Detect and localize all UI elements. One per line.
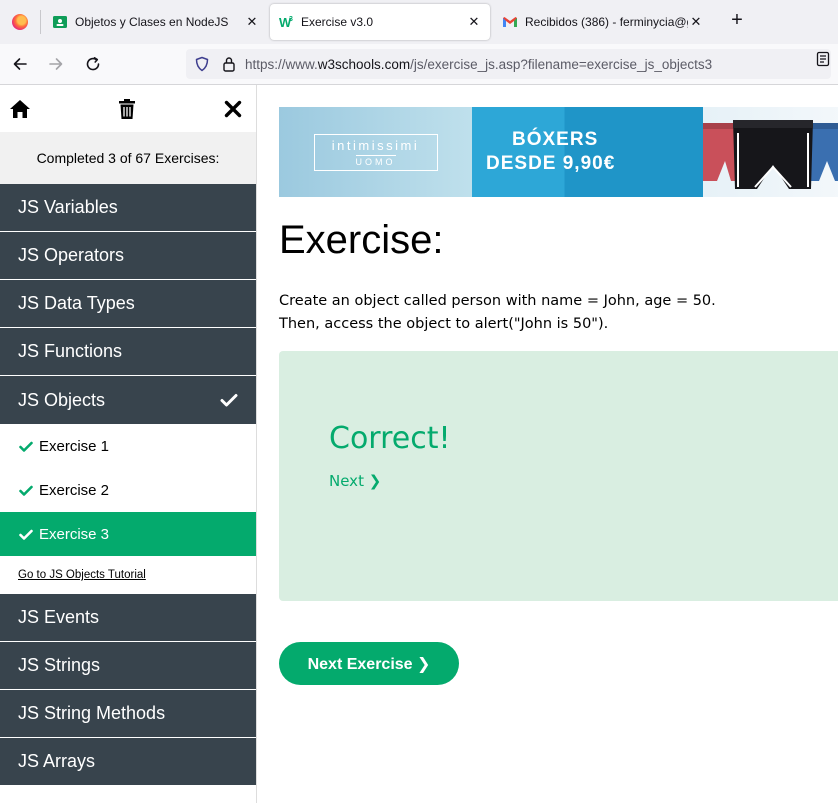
ad-brand: intimissimi [331, 137, 420, 153]
boxer-briefs-image [703, 120, 838, 189]
gmail-icon [502, 14, 518, 30]
url-domain: w3schools.com [317, 56, 411, 72]
url-text: https://www.w3schools.com/js/exercise_js… [245, 57, 712, 72]
address-bar[interactable]: https://www.w3schools.com/js/exercise_js… [186, 49, 831, 79]
go-to-tutorial-link[interactable]: Go to JS Objects Tutorial [18, 569, 146, 581]
browser-nav-bar: https://www.w3schools.com/js/exercise_js… [0, 44, 838, 85]
menu-item-js-strings[interactable]: JS Strings [0, 642, 256, 690]
ad-brand-panel: intimissimi UOMO [279, 107, 472, 197]
url-prefix: https://www. [245, 56, 318, 72]
tab-exercise[interactable]: W3 Exercise v3.0 ✕ [270, 4, 490, 40]
completed-counter: Completed 3 of 67 Exercises: [0, 132, 256, 184]
menu-item-js-functions[interactable]: JS Functions [0, 328, 256, 376]
checkmark-icon [19, 529, 33, 540]
advertisement-banner[interactable]: intimissimi UOMO BÓXERS DESDE 9,90€ [279, 107, 838, 197]
menu-item-js-operators[interactable]: JS Operators [0, 232, 256, 280]
sidebar-toolbar [0, 85, 256, 132]
menu-item-label: JS Objects [18, 389, 106, 410]
description-line-2: Then, access the object to alert("John i… [279, 316, 609, 332]
reload-icon [86, 57, 100, 71]
tab-separator [40, 10, 41, 34]
next-exercise-button[interactable]: Next Exercise ❯ [279, 642, 459, 685]
firefox-icon [12, 14, 28, 30]
url-path: /js/exercise_js.asp?filename=exercise_js… [410, 56, 713, 72]
sub-item-exercise-2[interactable]: Exercise 2 [0, 468, 256, 512]
menu-item-js-data-types[interactable]: JS Data Types [0, 280, 256, 328]
sub-item-label: Exercise 3 [39, 525, 110, 543]
tutorial-link-row: Go to JS Objects Tutorial [0, 556, 256, 594]
exercise-description: Create an object called person with name… [279, 290, 716, 336]
checkmark-icon [19, 441, 33, 452]
ad-line-1: BÓXERS [512, 129, 599, 150]
reader-view-icon[interactable] [816, 51, 830, 67]
ad-brand-logo: intimissimi UOMO [313, 133, 438, 171]
tab-title: Exercise v3.0 [301, 15, 374, 29]
ad-line-2: DESDE 9,90€ [486, 153, 616, 174]
close-icon[interactable] [221, 97, 245, 121]
sub-item-label: Exercise 2 [39, 481, 110, 499]
menu-item-label: JS Operators [18, 245, 125, 265]
menu-item-js-objects[interactable]: JS Objects [0, 376, 256, 424]
arrow-right-icon [49, 58, 63, 70]
firefox-menu-button[interactable] [0, 0, 40, 44]
page-title: Exercise: [279, 218, 444, 262]
sub-item-exercise-3[interactable]: Exercise 3 [0, 512, 256, 556]
tracking-protection-shield-icon[interactable] [194, 56, 210, 72]
ad-brand-sub: UOMO [355, 154, 396, 167]
tab-close-icon[interactable]: ✕ [688, 14, 704, 30]
menu-item-js-string-methods[interactable]: JS String Methods [0, 690, 256, 738]
sub-item-label: Exercise 1 [39, 437, 110, 455]
menu-item-label: JS Arrays [18, 751, 96, 771]
main-content: intimissimi UOMO BÓXERS DESDE 9,90€ Exer… [257, 85, 838, 803]
tab-title: Objetos y Clases en NodeJS [75, 15, 229, 29]
menu-item-label: JS Variables [18, 197, 118, 217]
checkmark-icon [220, 394, 238, 407]
tab-title: Recibidos (386) - ferminycia@g [525, 15, 688, 29]
tab-close-icon[interactable]: ✕ [466, 14, 482, 30]
w3schools-icon: W3 [278, 14, 294, 30]
menu-item-label: JS Data Types [18, 293, 135, 313]
svg-text:3: 3 [289, 16, 293, 23]
sub-item-exercise-1[interactable]: Exercise 1 [0, 424, 256, 468]
back-button[interactable] [9, 53, 31, 75]
tab-close-icon[interactable]: ✕ [244, 14, 260, 30]
arrow-left-icon [13, 58, 27, 70]
menu-item-js-arrays[interactable]: JS Arrays [0, 738, 256, 786]
menu-item-label: JS Functions [18, 341, 123, 361]
checkmark-icon [19, 485, 33, 496]
menu-item-js-events[interactable]: JS Events [0, 594, 256, 642]
tab-objetos-clases[interactable]: Objetos y Clases en NodeJS ✕ [44, 4, 268, 40]
ad-product-image [703, 107, 838, 197]
forward-button[interactable] [45, 53, 67, 75]
ad-headline: BÓXERS DESDE 9,90€ [472, 107, 703, 197]
menu-item-label: JS String Methods [18, 703, 166, 723]
result-panel: Correct! Next ❯ [279, 351, 838, 601]
browser-tab-bar: Objetos y Clases en NodeJS ✕ W3 Exercise… [0, 0, 838, 44]
correct-message: Correct! [329, 421, 451, 456]
google-classroom-icon [52, 14, 68, 30]
new-tab-button[interactable]: + [726, 10, 748, 32]
lock-icon[interactable] [222, 56, 236, 72]
next-link[interactable]: Next ❯ [329, 472, 381, 490]
trash-icon[interactable] [115, 97, 139, 121]
menu-item-label: JS Events [18, 607, 100, 627]
menu-item-js-variables[interactable]: JS Variables [0, 184, 256, 232]
home-icon[interactable] [8, 97, 32, 121]
tab-gmail[interactable]: Recibidos (386) - ferminycia@g ✕ [494, 4, 712, 40]
description-line-1: Create an object called person with name… [279, 293, 716, 309]
reload-button[interactable] [82, 53, 104, 75]
exercise-sidebar: Completed 3 of 67 Exercises: JS Variable… [0, 85, 257, 803]
menu-item-label: JS Strings [18, 655, 101, 675]
